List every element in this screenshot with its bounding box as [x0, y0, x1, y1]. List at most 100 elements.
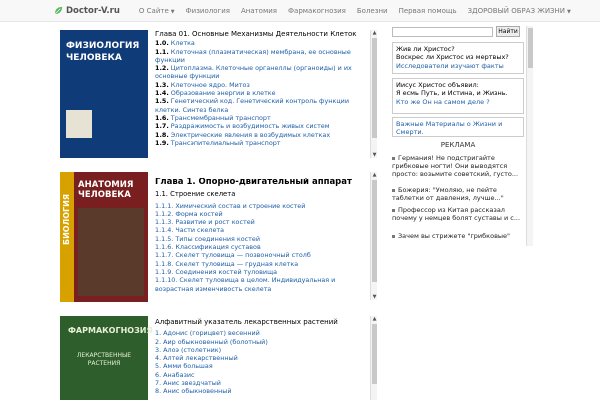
toc-item-link[interactable]: Генетический код. Генетический контроль … — [155, 97, 349, 113]
scroll-thumb[interactable] — [528, 28, 533, 68]
ad-item[interactable]: Германия! Не подстригайте грибковые ногт… — [392, 154, 522, 178]
toc-item-link[interactable]: Скелет туловища в целом. Индивидуальная … — [155, 276, 335, 292]
toc-item-link[interactable]: Анабазис — [163, 371, 194, 379]
toc-item-link[interactable]: Алоэ (столетник) — [163, 346, 221, 354]
info-box-jesus-said: Иисус Христос объявил: Я есмь Путь, и Ис… — [392, 78, 524, 114]
scroll-thumb[interactable] — [372, 38, 377, 138]
toc-item[interactable]: 1. Адонис (горицвет) весенний — [155, 329, 367, 337]
toc-item-link[interactable]: Анис обыкновенный — [163, 387, 231, 395]
toc-scrollbar[interactable]: ▲ ▼ — [370, 30, 377, 158]
ad-item[interactable]: Профессор из Китая рассказал почему у не… — [392, 206, 522, 222]
toc-item-link[interactable]: Трансэпителиальный транспорт — [171, 139, 281, 147]
toc-item-link[interactable]: Образование энергии в клетке — [171, 89, 276, 97]
toc-item-link[interactable]: Аир обыкновенный (болотный) — [163, 338, 268, 346]
toc-item[interactable]: 1.5. Генетический код. Генетический конт… — [155, 97, 367, 114]
toc-item-link[interactable]: Клеточная (плазматическая) мембрана, ее … — [155, 48, 351, 64]
scroll-up-icon[interactable]: ▲ — [371, 172, 378, 178]
book-cover-physiology[interactable]: ФИЗИОЛОГИЯ ЧЕЛОВЕКА — [60, 30, 148, 158]
toc-item[interactable]: 5. Амми большая — [155, 362, 367, 370]
toc-item[interactable]: 1.1.2. Форма костей — [155, 210, 367, 218]
toc-item[interactable]: 1.1.6. Классификация суставов — [155, 243, 367, 251]
scroll-down-icon[interactable]: ▼ — [371, 294, 378, 300]
toc-item-link[interactable]: Классификация суставов — [175, 243, 260, 251]
toc-item[interactable]: 1.1.3. Развитие и рост костей — [155, 218, 367, 226]
toc-item[interactable]: 1.1.5. Типы соединения костей — [155, 235, 367, 243]
toc-item-link[interactable]: Анис звездчатый — [163, 379, 221, 387]
toc-item[interactable]: 1.1.4. Части скелета — [155, 226, 367, 234]
ad-item[interactable]: Зачем вы стрижете "грибковые" — [392, 232, 522, 240]
toc-item-link[interactable]: Трансмембранный транспорт — [171, 114, 271, 122]
toc-item[interactable]: 1.1.1. Химический состав и строение кост… — [155, 202, 367, 210]
cover-title: ФИЗИОЛОГИЯ ЧЕЛОВЕКА — [66, 41, 140, 63]
search-input[interactable] — [392, 26, 493, 37]
toc-item[interactable]: 6. Анабазис — [155, 371, 367, 379]
scroll-down-icon[interactable]: ▼ — [371, 152, 378, 158]
scroll-up-icon[interactable]: ▲ — [371, 316, 378, 322]
toc-item[interactable]: 1.2. Цитоплазма. Клеточные органеллы (ор… — [155, 64, 367, 81]
toc-item-number: 1.1.3. — [155, 218, 174, 227]
toc-item[interactable]: 2. Аир обыкновенный (болотный) — [155, 338, 367, 346]
caret-down-icon: ▼ — [170, 8, 175, 15]
toc-item[interactable]: 1.1.7. Скелет туловища — позвоночный сто… — [155, 251, 367, 259]
toc-item-link[interactable]: Части скелета — [175, 226, 224, 234]
nav-about[interactable]: О Сайте ▼ — [139, 7, 175, 15]
toc-item[interactable]: 1.1.8. Скелет туловища — грудная клетка — [155, 260, 367, 268]
toc-item-link[interactable]: Соединения костей туловища — [175, 268, 277, 276]
site-brand[interactable]: Doctor-V.ru — [54, 6, 120, 16]
book-cover-anatomy[interactable]: БИОЛОГИЯ АНАТОМИЯ ЧЕЛОВЕКА — [60, 172, 148, 302]
toc-item-link[interactable]: Развитие и рост костей — [175, 218, 254, 226]
search-button[interactable]: Найти — [496, 26, 520, 37]
toc-item-link[interactable]: Скелет туловища — грудная клетка — [175, 260, 298, 268]
toc-item-link[interactable]: Цитоплазма. Клеточные органеллы (органои… — [155, 64, 352, 80]
toc-item[interactable]: 4. Алтей лекарственный — [155, 354, 367, 362]
toc-item-link[interactable]: Электрические явления в возбудимых клетк… — [171, 131, 330, 139]
toc-item-link[interactable]: Скелет туловища — позвоночный столб — [175, 251, 310, 259]
toc-item-link[interactable]: Клетка — [171, 39, 195, 47]
toc-item-number: 1.8. — [155, 130, 169, 139]
toc-item[interactable]: 1.4. Образование энергии в клетке — [155, 89, 367, 97]
ad-bullet-icon — [392, 156, 395, 160]
scroll-thumb[interactable] — [372, 324, 377, 384]
toc-item[interactable]: 1.6. Трансмембранный транспорт — [155, 114, 367, 122]
scroll-thumb[interactable] — [372, 180, 377, 282]
toc-item-link[interactable]: Амми большая — [163, 362, 213, 370]
box-link[interactable]: Важные Материалы о Жизни и Смерти. — [396, 120, 502, 136]
toc-item[interactable]: 1.8. Электрические явления в возбудимых … — [155, 131, 367, 139]
toc-item-link[interactable]: Типы соединения костей — [175, 235, 260, 243]
ad-text: Зачем вы стрижете "грибковые" — [398, 232, 511, 240]
box-link[interactable]: Кто же Он на самом деле ? — [396, 98, 490, 106]
toc-item-link[interactable]: Адонис (горицвет) весенний — [163, 329, 260, 337]
ad-bullet-icon — [392, 234, 395, 238]
ad-item[interactable]: Божерия: "Умоляю, не пейте таблетки от д… — [392, 186, 522, 202]
toc-item-link[interactable]: Химический состав и строение костей — [175, 202, 305, 210]
book-cover-pharmacognosy[interactable]: ФАРМАКОГНОЗИЯ ЛЕКАРСТВЕННЫЕ РАСТЕНИЯ — [60, 316, 153, 400]
toc-item-link[interactable]: Клеточное ядро. Митоз — [171, 81, 250, 89]
toc-item[interactable]: 1.0. Клетка — [155, 39, 367, 47]
info-box-materials: Важные Материалы о Жизни и Смерти. — [392, 117, 524, 137]
toc-item[interactable]: 7. Анис звездчатый — [155, 379, 367, 387]
nav-physiology[interactable]: Физиология — [186, 7, 230, 15]
toc-item[interactable]: 1.3. Клеточное ядро. Митоз — [155, 81, 367, 89]
nav-anatomy[interactable]: Анатомия — [241, 7, 277, 15]
nav-first-aid[interactable]: Первая помощь — [399, 7, 457, 15]
toc-item-link[interactable]: Алтей лекарственный — [163, 354, 238, 362]
nav-physiology-label: Физиология — [185, 6, 230, 15]
toc-item[interactable]: 1.1.10. Скелет туловища в целом. Индивид… — [155, 276, 367, 293]
scroll-up-icon[interactable]: ▲ — [371, 30, 378, 36]
toc-item[interactable]: 1.1. Клеточная (плазматическая) мембрана… — [155, 48, 367, 65]
toc-item[interactable]: 1.9. Трансэпителиальный транспорт — [155, 139, 367, 147]
toc-item-number: 1.6. — [155, 113, 169, 122]
toc-item[interactable]: 1.7. Раздражимость и возбудимость живых … — [155, 122, 367, 130]
toc-item-link[interactable]: Форма костей — [175, 210, 222, 218]
toc-item[interactable]: 1.1.9. Соединения костей туловища — [155, 268, 367, 276]
nav-pharmacognosy[interactable]: Фармакогнозия — [288, 7, 346, 15]
toc-scrollbar[interactable]: ▲ ▼ — [370, 172, 377, 300]
nav-healthy-lifestyle[interactable]: ЗДОРОВЫЙ ОБРАЗ ЖИЗНИ ▼ — [468, 7, 571, 15]
sidebar-scrollbar[interactable] — [526, 26, 533, 246]
toc-item[interactable]: 3. Алоэ (столетник) — [155, 346, 367, 354]
nav-diseases[interactable]: Болезни — [357, 7, 388, 15]
box-link[interactable]: Исследователи изучают факты — [396, 62, 504, 70]
toc-scrollbar[interactable]: ▲ — [370, 316, 377, 400]
toc-item[interactable]: 8. Анис обыкновенный — [155, 387, 367, 395]
toc-item-link[interactable]: Раздражимость и возбудимость живых систе… — [171, 122, 330, 130]
